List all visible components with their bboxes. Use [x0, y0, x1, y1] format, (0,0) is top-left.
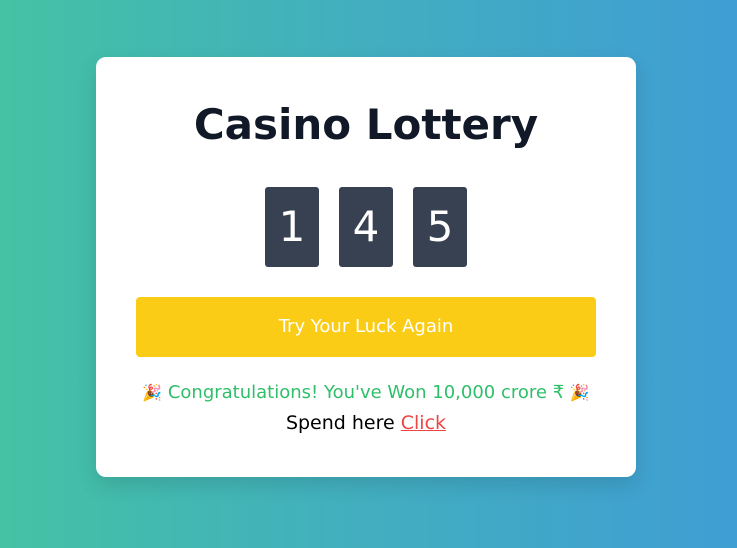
- try-luck-button[interactable]: Try Your Luck Again: [136, 297, 596, 357]
- lottery-card: Casino Lottery 1 4 5 Try Your Luck Again…: [96, 57, 636, 477]
- reels-row: 1 4 5: [96, 187, 636, 267]
- page-title: Casino Lottery: [193, 100, 539, 149]
- party-popper-icon: 🎉: [569, 383, 590, 402]
- reel-1: 1: [265, 187, 319, 267]
- spend-line: Spend here Click: [96, 409, 636, 437]
- spend-label: Spend here: [285, 412, 395, 434]
- party-popper-icon: 🎉: [142, 383, 163, 402]
- click-link[interactable]: Click: [401, 412, 446, 434]
- result-text: Congratulations! You've Won 10,000 crore…: [167, 382, 565, 403]
- reel-3: 5: [413, 187, 467, 267]
- reel-2: 4: [339, 187, 393, 267]
- result-message: 🎉 Congratulations! You've Won 10,000 cro…: [96, 379, 636, 407]
